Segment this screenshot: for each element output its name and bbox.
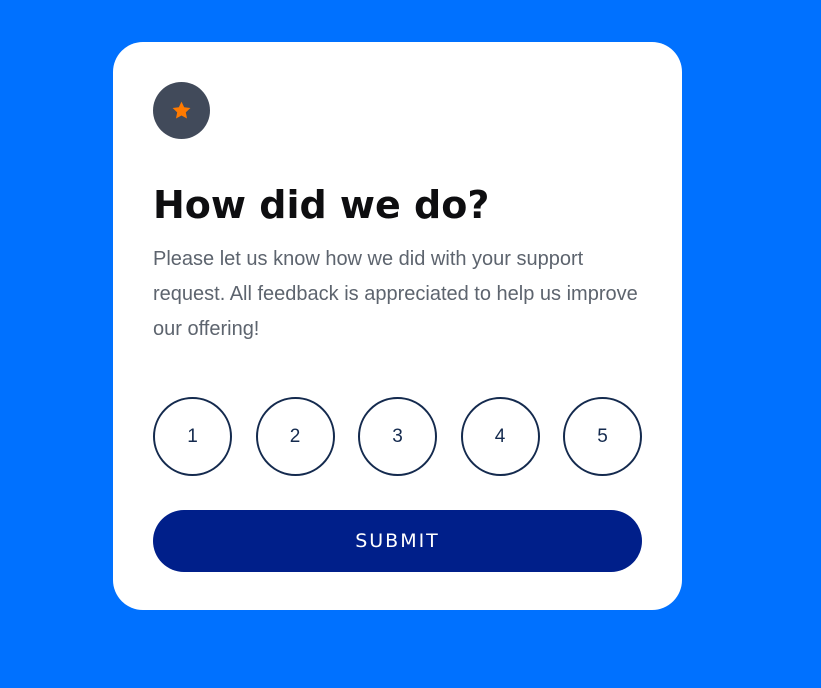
star-badge: [153, 82, 210, 139]
rating-options: 1 2 3 4 5: [153, 397, 642, 476]
submit-button[interactable]: SUBMIT: [153, 510, 642, 572]
rating-option-4[interactable]: 4: [460, 397, 540, 476]
description-text: Please let us know how we did with your …: [153, 248, 638, 340]
rating-option-2[interactable]: 2: [255, 397, 335, 476]
rating-option-1[interactable]: 1: [153, 397, 232, 476]
page-title: How did we do?: [153, 183, 490, 227]
rating-option-5[interactable]: 5: [563, 397, 642, 476]
star-icon: [172, 101, 191, 119]
rating-card: How did we do? Please let us know how we…: [113, 42, 682, 610]
rating-option-3[interactable]: 3: [358, 397, 437, 476]
